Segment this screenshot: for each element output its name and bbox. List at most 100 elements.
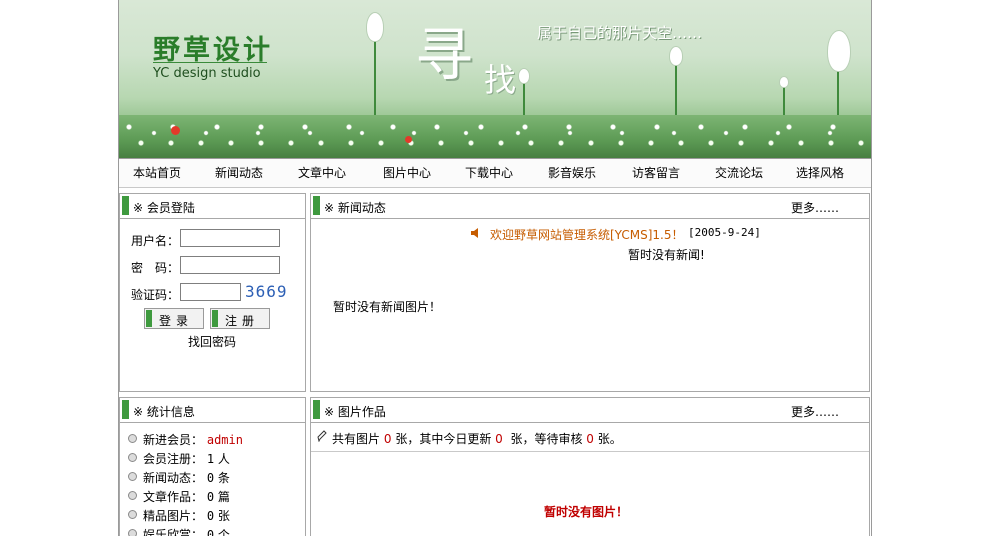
news-more-link[interactable]: 更多……: [791, 199, 839, 216]
button-accent: [146, 310, 152, 327]
login-panel-title: ※ 会员登陆: [133, 201, 195, 215]
stat-value: 1: [206, 452, 215, 466]
stat-value: 0: [206, 471, 215, 485]
dandelion-icon: [518, 68, 530, 84]
stat-unit: 个: [217, 528, 230, 536]
nav-item-home[interactable]: 本站首页: [133, 164, 181, 181]
site-logo-subtitle: YC design studio: [153, 66, 261, 81]
nav-item-news[interactable]: 新闻动态: [215, 164, 263, 181]
new-member-link[interactable]: admin: [207, 433, 243, 447]
stat-label: 文章作品：: [143, 490, 204, 504]
stat-value: 0: [206, 490, 215, 504]
pictures-panel-header: ※ 图片作品 更多……: [311, 398, 869, 423]
dandelion-icon: [669, 46, 683, 66]
news-panel-title: ※ 新闻动态: [324, 201, 386, 215]
logo-divider: [153, 62, 267, 63]
speaker-icon: [471, 228, 478, 238]
banner-char-zhao: 找: [484, 61, 517, 99]
nav-item-guestbook[interactable]: 访客留言: [632, 164, 680, 181]
red-flower-icon: [405, 136, 412, 143]
flower-meadow: [119, 115, 871, 158]
captcha-image: 3669: [245, 282, 288, 301]
pictures-pending-count: 0: [586, 432, 594, 446]
stat-label: 会员注册：: [143, 452, 204, 466]
stat-value: 0: [206, 528, 215, 536]
register-button[interactable]: 注册: [210, 308, 270, 329]
bullet-icon: [128, 472, 137, 481]
nav-item-pictures[interactable]: 图片中心: [383, 164, 431, 181]
banner-char-xun: 寻: [415, 21, 474, 89]
bullet-icon: [128, 453, 137, 462]
button-accent: [212, 310, 218, 327]
summary-text: 共有图片: [332, 432, 381, 446]
username-label: 用户名：: [131, 234, 180, 248]
no-pictures-text: 暂时没有图片！: [544, 505, 629, 519]
stat-row-news: 新闻动态： 0 条: [128, 469, 230, 486]
pictures-summary-bar: 共有图片 0 张，其中今日更新 0 张，等待审核 0 张。: [311, 423, 869, 452]
bullet-icon: [128, 491, 137, 500]
login-panel: ※ 会员登陆 用户名： 密 码： 验证码： 3669 登录 注册 找回密码: [119, 193, 306, 392]
pictures-today-count: 0: [495, 432, 503, 446]
stat-row-media: 娱乐欣赏： 0 个: [128, 526, 230, 536]
login-button[interactable]: 登录: [144, 308, 204, 329]
news-panel-header: ※ 新闻动态 更多……: [311, 194, 869, 219]
register-button-label: 注册: [225, 314, 260, 328]
no-news-picture-text: 暂时没有新闻图片！: [333, 300, 442, 314]
header-accent-bar: [122, 400, 129, 419]
login-button-label: 登录: [159, 314, 194, 328]
stat-label: 新闻动态：: [143, 471, 204, 485]
stat-label: 新进会员：: [143, 433, 204, 447]
pictures-panel-title: ※ 图片作品: [324, 405, 386, 419]
username-input[interactable]: [180, 229, 280, 247]
stats-panel-header: ※ 统计信息: [120, 398, 305, 423]
stat-row-registered: 会员注册： 1 人: [128, 450, 230, 467]
page-container: 野草设计 YC design studio 寻 找 属于自己的那片天空…… 本站…: [118, 0, 872, 536]
stats-panel: ※ 统计信息 新进会员： admin 会员注册： 1 人 新闻动态： 0 条 文…: [119, 397, 306, 536]
header-accent-bar: [122, 196, 129, 215]
nav-item-articles[interactable]: 文章中心: [298, 164, 346, 181]
nav-item-downloads[interactable]: 下载中心: [465, 164, 513, 181]
summary-text: 张，其中今日更新: [395, 432, 492, 446]
captcha-label: 验证码：: [131, 288, 180, 302]
nav-item-forum[interactable]: 交流论坛: [715, 164, 763, 181]
site-banner: 野草设计 YC design studio 寻 找 属于自己的那片天空……: [119, 0, 871, 158]
nav-item-media[interactable]: 影音娱乐: [548, 164, 596, 181]
login-panel-header: ※ 会员登陆: [120, 194, 305, 219]
stat-row-articles: 文章作品： 0 篇: [128, 488, 230, 505]
no-news-text: 暂时没有新闻!: [628, 248, 705, 262]
header-accent-bar: [313, 196, 320, 215]
nav-item-style[interactable]: 选择风格: [796, 164, 844, 181]
dandelion-icon: [827, 30, 851, 72]
forgot-password-link[interactable]: 找回密码: [188, 333, 236, 350]
summary-text: 张，等待审核: [510, 432, 583, 446]
pictures-total-count: 0: [383, 432, 392, 446]
pictures-summary: 共有图片 0 张，其中今日更新 0 张，等待审核 0 张。: [332, 430, 622, 447]
stat-unit: 人: [217, 452, 230, 466]
stat-label: 娱乐欣赏：: [143, 528, 204, 536]
header-accent-bar: [313, 400, 320, 419]
bullet-icon: [128, 434, 137, 443]
stat-unit: 篇: [217, 490, 230, 504]
stat-row-pictures: 精品图片： 0 张: [128, 507, 230, 524]
bullet-icon: [128, 529, 137, 536]
red-flower-icon: [171, 126, 180, 135]
bullet-icon: [128, 510, 137, 519]
stat-unit: 张: [217, 509, 230, 523]
stat-unit: 条: [217, 471, 230, 485]
pictures-panel: ※ 图片作品 更多…… 共有图片 0 张，其中今日更新 0 张，等待审核 0 张…: [310, 397, 870, 536]
pencil-icon: [317, 430, 327, 442]
news-headline-date: [2005-9-24]: [688, 226, 761, 239]
summary-text: 张。: [597, 432, 622, 446]
pictures-more-link[interactable]: 更多……: [791, 403, 839, 420]
main-nav: 本站首页 新闻动态 文章中心 图片中心 下载中心 影音娱乐 访客留言 交流论坛 …: [119, 158, 871, 188]
password-input[interactable]: [180, 256, 280, 274]
dandelion-icon: [779, 76, 789, 88]
news-panel: ※ 新闻动态 更多…… 欢迎野草网站管理系统[YCMS]1.5！ [2005-9…: [310, 193, 870, 392]
stat-row-new-member: 新进会员： admin: [128, 431, 243, 448]
dandelion-icon: [366, 12, 384, 42]
stats-panel-title: ※ 统计信息: [133, 405, 195, 419]
news-headline-link[interactable]: 欢迎野草网站管理系统[YCMS]1.5！: [490, 226, 683, 243]
banner-slogan: 属于自己的那片天空……: [537, 24, 703, 42]
captcha-input[interactable]: [180, 283, 241, 301]
stat-value: 0: [206, 509, 215, 523]
